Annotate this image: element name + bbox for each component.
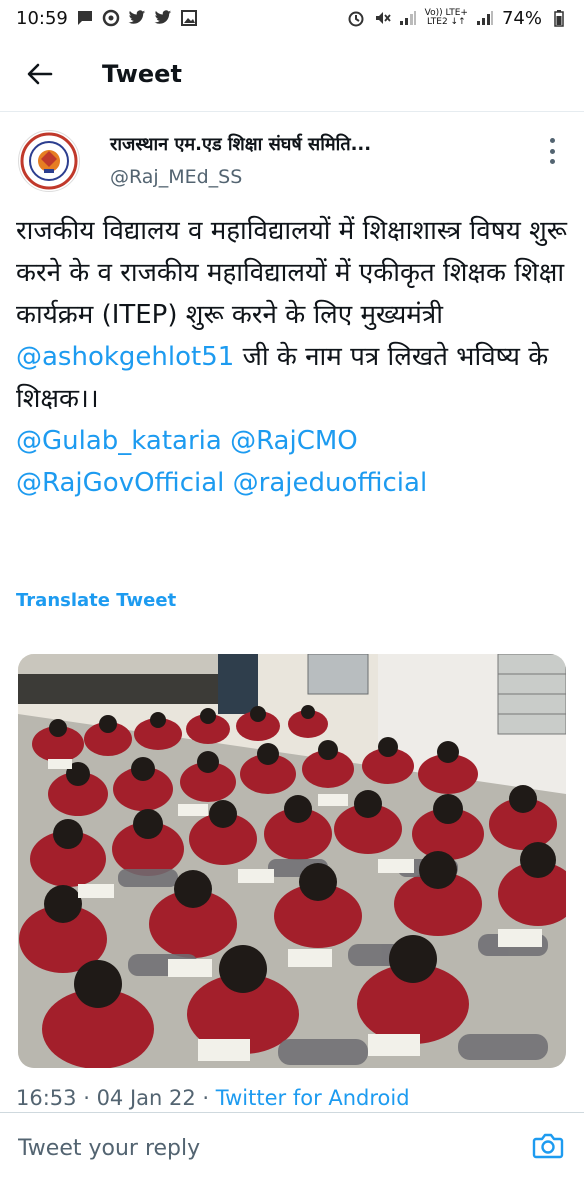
- mention-link[interactable]: @RajGovOfficial: [16, 468, 224, 498]
- tweet-text-part: राजकीय विद्यालय व महाविद्यालयों में शिक्…: [16, 216, 567, 330]
- tweet-text: राजकीय विद्यालय व महाविद्यालयों में शिक्…: [16, 210, 572, 504]
- app-header: Tweet: [0, 36, 584, 112]
- back-button[interactable]: [0, 36, 80, 112]
- author-display-name[interactable]: राजस्थान एम.एड शिक्षा संघर्ष समिति...: [110, 132, 371, 156]
- network-type: Vo)) LTE+ LTE2 ↓↑: [425, 9, 468, 27]
- battery-level: 74%: [501, 7, 542, 29]
- sync-icon: [102, 9, 120, 27]
- twitter-notification-icon: [154, 9, 172, 27]
- mention-link[interactable]: @ashokgehlot51: [16, 342, 234, 372]
- mention-link[interactable]: @Gulab_kataria: [16, 426, 222, 456]
- back-arrow-icon: [27, 63, 53, 84]
- camera-icon: [532, 1133, 564, 1159]
- tweet-photo[interactable]: [18, 654, 566, 1068]
- signal-icon: [399, 9, 417, 27]
- tweet-date: 04 Jan 22: [96, 1086, 196, 1110]
- tweet-time: 16:53: [16, 1086, 77, 1110]
- mention-link[interactable]: @rajeduofficial: [233, 468, 428, 498]
- twitter-notification-icon: [128, 9, 146, 27]
- tweet-meta: 16:53 · 04 Jan 22 · Twitter for Android: [16, 1086, 410, 1110]
- translate-tweet-link[interactable]: Translate Tweet: [16, 590, 176, 611]
- signal-icon: [476, 9, 494, 27]
- page-title: Tweet: [102, 59, 182, 88]
- mute-icon: [373, 9, 391, 27]
- reply-bar: [0, 1112, 584, 1200]
- camera-button[interactable]: [532, 1131, 564, 1163]
- mention-link[interactable]: @RajCMO: [230, 426, 358, 456]
- gallery-icon: [180, 9, 198, 27]
- tweet-source-link[interactable]: Twitter for Android: [216, 1086, 410, 1110]
- author-handle[interactable]: @Raj_MEd_SS: [110, 166, 371, 188]
- reply-input[interactable]: [16, 1127, 510, 1169]
- avatar[interactable]: [18, 130, 80, 192]
- status-time: 10:59: [16, 7, 68, 29]
- students-writing-photo: [18, 654, 566, 1068]
- organization-logo-icon: [20, 132, 78, 190]
- battery-icon: [550, 9, 568, 27]
- tweet-author: राजस्थान एम.एड शिक्षा संघर्ष समिति... @R…: [0, 126, 584, 196]
- status-bar: 10:59 Vo)) LTE+ LTE2 ↓↑ 74%: [0, 0, 584, 36]
- network-label-2: LTE2 ↓↑: [426, 17, 466, 27]
- message-icon: [76, 9, 94, 27]
- more-options-icon[interactable]: [542, 138, 562, 164]
- alarm-icon: [347, 9, 365, 27]
